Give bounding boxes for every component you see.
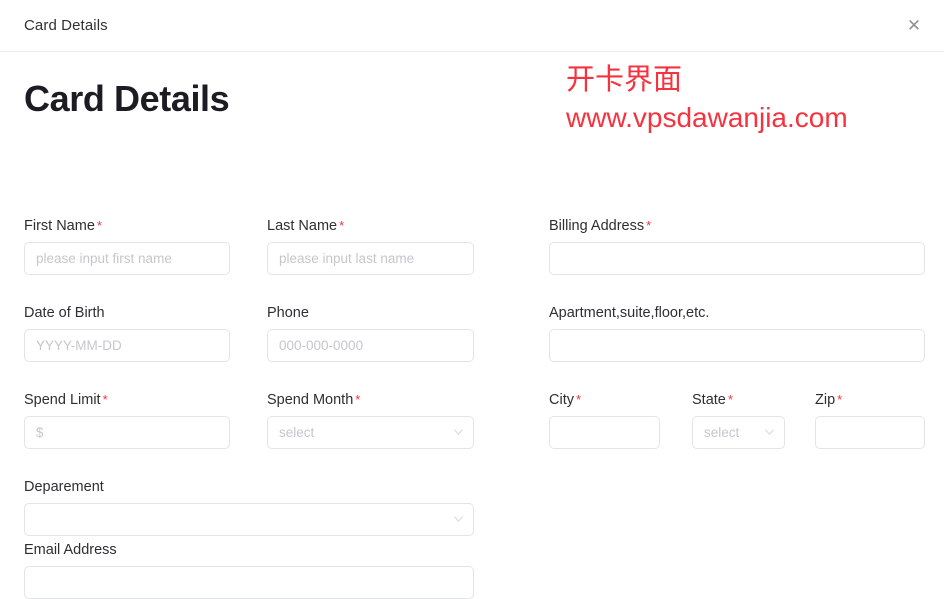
first-name-placeholder: please input first name xyxy=(36,251,172,266)
state-select[interactable]: select xyxy=(692,416,785,449)
date-of-birth-label: Date of Birth xyxy=(24,305,105,321)
phone-label: Phone xyxy=(267,305,309,321)
deparement-label: Deparement xyxy=(24,479,104,495)
dialog-header: Card Details ✕ xyxy=(0,0,944,52)
city-label: City * xyxy=(549,392,582,408)
zip-input[interactable] xyxy=(815,416,925,449)
apartment-label: Apartment,suite,floor,etc. xyxy=(549,305,710,321)
field-email-address: Email Address xyxy=(24,541,474,599)
deparement-select[interactable] xyxy=(24,503,474,536)
phone-input[interactable]: 000-000-0000 xyxy=(267,329,474,362)
field-billing-address: Billing Address * xyxy=(549,217,925,275)
required-asterisk: * xyxy=(102,392,108,407)
spend-limit-label: Spend Limit * xyxy=(24,392,108,408)
field-state: State * select xyxy=(692,391,785,449)
state-placeholder: select xyxy=(704,425,740,440)
watermark-chinese-text: 开卡界面 xyxy=(566,62,683,96)
close-icon[interactable]: ✕ xyxy=(900,12,928,40)
field-last-name: Last Name * please input last name xyxy=(267,217,474,275)
spend-month-placeholder: select xyxy=(279,425,315,440)
last-name-placeholder: please input last name xyxy=(279,251,415,266)
chevron-down-icon xyxy=(453,426,464,437)
spend-month-label: Spend Month * xyxy=(267,392,361,408)
spend-limit-input[interactable]: $ xyxy=(24,416,230,449)
spend-month-select[interactable]: select xyxy=(267,416,474,449)
last-name-input[interactable]: please input last name xyxy=(267,242,474,275)
phone-placeholder: 000-000-0000 xyxy=(279,338,364,353)
watermark-url-text: www.vpsdawanjia.com xyxy=(566,102,848,133)
zip-label: Zip * xyxy=(815,392,843,408)
required-asterisk: * xyxy=(575,392,582,407)
field-city: City * xyxy=(549,391,660,449)
date-of-birth-input[interactable]: YYYY-MM-DD xyxy=(24,329,230,362)
dialog-title: Card Details xyxy=(24,17,108,34)
required-asterisk: * xyxy=(837,392,843,407)
email-address-input[interactable] xyxy=(24,566,474,599)
chevron-down-icon xyxy=(453,513,464,524)
billing-address-label: Billing Address * xyxy=(549,218,652,234)
first-name-input[interactable]: please input first name xyxy=(24,242,230,275)
field-spend-month: Spend Month * select xyxy=(267,391,474,449)
field-first-name: First Name * please input first name xyxy=(24,217,230,275)
city-input[interactable] xyxy=(549,416,660,449)
required-asterisk: * xyxy=(646,218,652,233)
field-apartment: Apartment,suite,floor,etc. xyxy=(549,304,925,362)
field-zip: Zip * xyxy=(815,391,925,449)
apartment-input[interactable] xyxy=(549,329,925,362)
billing-address-input[interactable] xyxy=(549,242,925,275)
chevron-down-icon xyxy=(764,426,775,437)
required-asterisk: * xyxy=(96,218,102,233)
state-label: State * xyxy=(692,392,733,408)
date-of-birth-placeholder: YYYY-MM-DD xyxy=(36,338,122,353)
required-asterisk: * xyxy=(339,218,345,233)
field-date-of-birth: Date of Birth YYYY-MM-DD xyxy=(24,304,230,362)
field-spend-limit: Spend Limit * $ xyxy=(24,391,230,449)
page-title: Card Details xyxy=(24,78,230,119)
required-asterisk: * xyxy=(355,392,361,407)
last-name-label: Last Name * xyxy=(267,218,345,234)
spend-limit-placeholder: $ xyxy=(36,425,44,440)
field-deparement: Deparement xyxy=(24,478,474,536)
email-address-label: Email Address xyxy=(24,542,117,558)
first-name-label: First Name * xyxy=(24,218,102,234)
required-asterisk: * xyxy=(727,392,733,407)
field-phone: Phone 000-000-0000 xyxy=(267,304,474,362)
